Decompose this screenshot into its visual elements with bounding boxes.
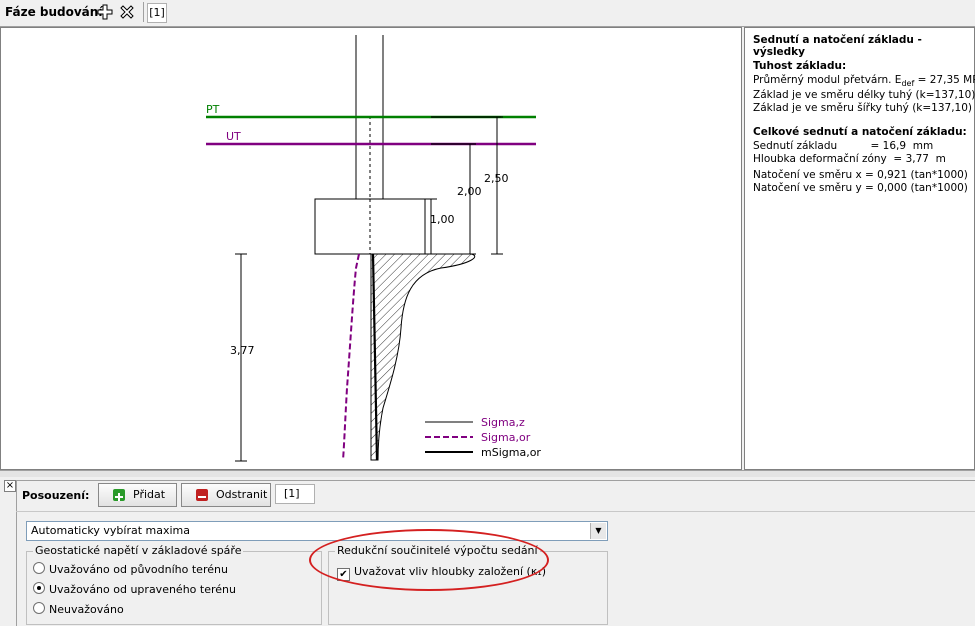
toolbar-separator [143, 2, 144, 22]
minus-icon [196, 489, 208, 501]
legend-msigma-or: mSigma,or [481, 446, 541, 459]
rotation-y-line: Natočení ve směru y = 0,000 (tan*1000) [753, 182, 968, 194]
rotation-x-line: Natočení ve směru x = 0,921 (tan*1000) [753, 169, 968, 181]
maxima-select[interactable]: Automaticky vybírat maxima ▼ [26, 521, 608, 541]
verification-label: Posouzení: [22, 489, 90, 502]
add-button[interactable]: Přidat [98, 483, 177, 507]
radio-selected-icon [33, 582, 45, 594]
stage-tab-1[interactable]: [1] [147, 3, 167, 23]
radio-original-terrain[interactable]: Uvažováno od původního terénu [33, 562, 228, 576]
results-title: Sednutí a natočení základu - výsledky [753, 34, 922, 58]
chevron-down-icon[interactable]: ▼ [590, 523, 606, 539]
deformation-depth-line: Hloubka deformační zóny = 3,77 m [753, 153, 946, 165]
foundation-diagram: PT UT 1,00 2,00 2,50 3,77 Sigma,z Sigma,… [206, 35, 541, 462]
geostatic-stress-group: Geostatické napětí v základové spáře Uva… [26, 544, 322, 625]
dim-377-label: 3,77 [230, 344, 255, 357]
sigma-or-curve [342, 253, 360, 461]
radio-modified-terrain[interactable]: Uvažováno od upraveného terénu [33, 582, 236, 596]
width-stiffness-line: Základ je ve směru šířky tuhý (k=137,10) [753, 102, 973, 114]
settlement-heading: Celkové sednutí a natočení základu: [753, 126, 967, 138]
highlight-ellipse [309, 529, 549, 591]
construction-stage-label: Fáze budování: [5, 5, 108, 19]
geostatic-stress-title: Geostatické napětí v základové spáře [33, 544, 244, 557]
stress-diagram [370, 253, 476, 461]
add-stage-icon[interactable] [96, 3, 114, 21]
remove-stage-icon[interactable] [118, 3, 136, 21]
remove-button[interactable]: Odstranit [181, 483, 271, 507]
pt-label: PT [206, 103, 220, 116]
results-panel: Sednutí a natočení základu - výsledky Tu… [744, 27, 975, 470]
radio-icon [33, 602, 45, 614]
radio-not-considered[interactable]: Neuvažováno [33, 602, 124, 616]
settlement-line: Sednutí základu = 16,9 mm [753, 140, 934, 152]
dim-200-label: 2,00 [457, 185, 482, 198]
legend-sigma-z: Sigma,z [481, 416, 525, 429]
modulus-line: Průměrný modul přetvárn. Edef = 27,35 MP… [753, 74, 975, 89]
dim-250-label: 2,50 [484, 172, 509, 185]
verification-stage-box[interactable]: [1] [275, 484, 315, 504]
bottom-divider [16, 511, 975, 512]
ut-label: UT [226, 130, 241, 143]
plus-icon [113, 489, 125, 501]
close-panel-icon[interactable]: × [4, 480, 16, 492]
construction-stage-toolbar: Fáze budování: [1] [0, 0, 975, 27]
legend-sigma-or: Sigma,or [481, 431, 531, 444]
drawing-canvas[interactable]: PT UT 1,00 2,00 2,50 3,77 Sigma,z Sigma,… [0, 27, 742, 470]
dim-100-label: 1,00 [430, 213, 455, 226]
radio-icon [33, 562, 45, 574]
stiffness-heading: Tuhost základu: [753, 60, 847, 72]
length-stiffness-line: Základ je ve směru délky tuhý (k=137,10) [753, 89, 975, 101]
